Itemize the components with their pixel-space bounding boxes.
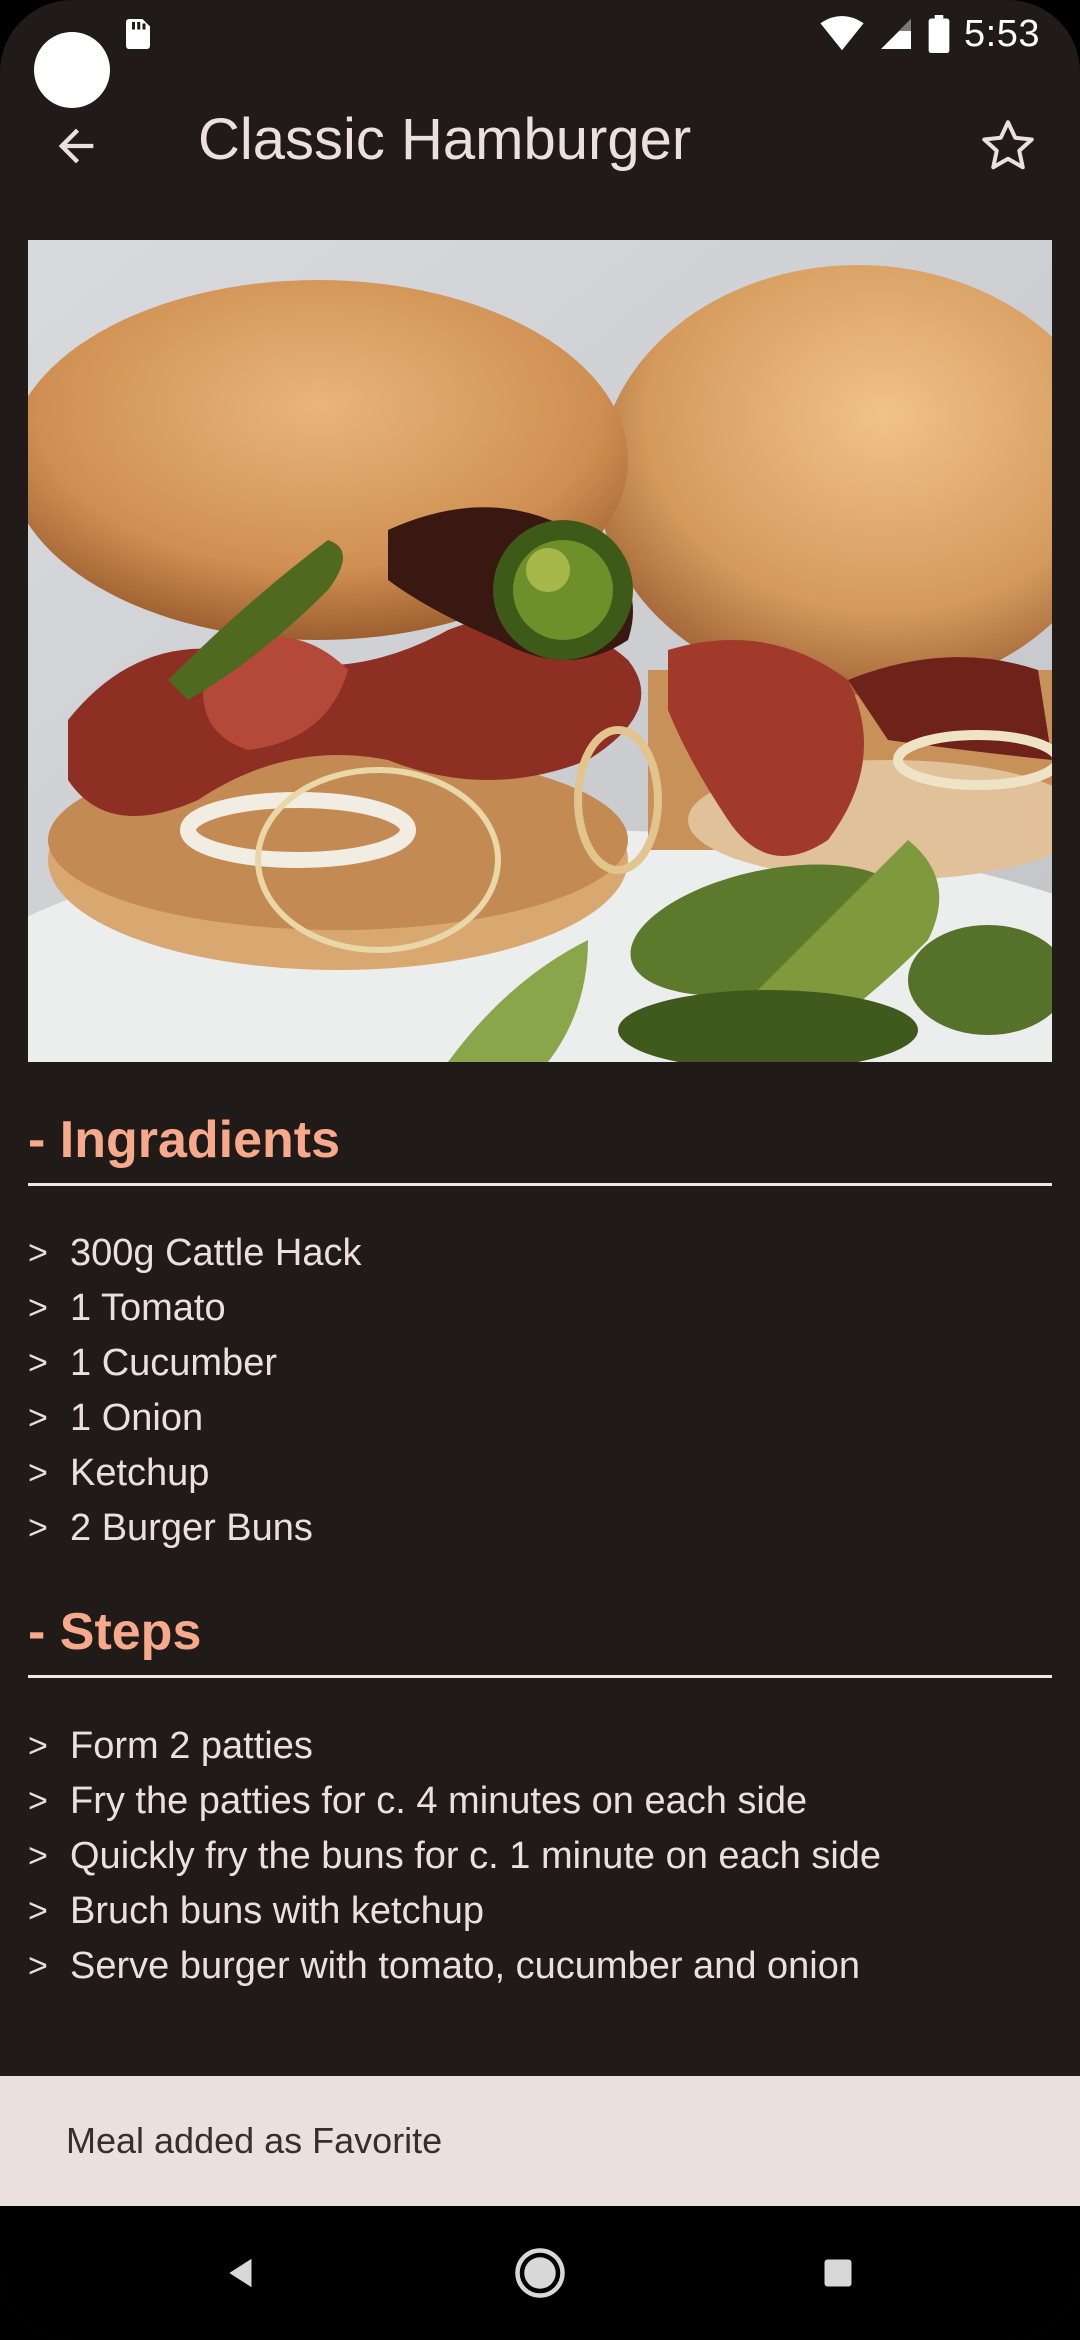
ingredients-list: >300g Cattle Hack >1 Tomato >1 Cucumber … [28,1226,362,1556]
status-icons: 5:53 [820,10,1040,58]
bullet: > [28,1289,48,1327]
star-outline-icon [982,120,1034,170]
bullet: > [28,1454,48,1492]
ingredient-text: 1 Cucumber [70,1342,277,1384]
status-bar: 5:53 [0,0,1080,108]
nav-back-button[interactable] [182,2206,302,2340]
bullet: > [28,1509,48,1547]
list-item: >2 Burger Buns [28,1501,362,1556]
bullet: > [28,1344,48,1382]
snackbar-message: Meal added as Favorite [66,2120,443,2161]
steps-list: > Form 2 patties > Fry the patties for c. … [28,1719,881,1994]
home-circle-icon [515,2248,565,2298]
steps-heading: - Steps [28,1603,202,1661]
ingredient-text: 1 Tomato [70,1287,226,1329]
back-triangle-icon [229,2258,252,2288]
step-text: Form 2 patties [70,1725,313,1767]
page-title: Classic Hamburger [198,107,692,172]
nav-home-button[interactable] [480,2206,600,2340]
list-item: >1 Cucumber [28,1336,362,1391]
list-item: >300g Cattle Hack [28,1226,362,1281]
arrow-back-icon [58,128,94,164]
bullet: > [28,1947,48,1985]
hamburger-photo [28,240,1052,1062]
favorite-button[interactable] [970,108,1046,184]
step-text: Bruch buns with ketchup [70,1890,485,1932]
sd-card-icon [126,19,150,49]
meal-detail-screen: 5:53 Classic Hamburger - Ingradients > 3… [0,0,1080,2340]
nav-recents-button[interactable] [778,2206,898,2340]
list-item: >1 Tomato [28,1281,362,1336]
bullet: > [28,1234,48,1272]
ingredient-text: 300g Cattle Hack [70,1232,362,1274]
ingredients-heading: - Ingradients [28,1111,341,1169]
bullet: > [28,1399,48,1437]
app-bar: Classic Hamburger [0,82,1080,202]
wifi-icon [820,16,864,51]
list-item: > Fry the patties for c. 4 minutes on eac… [28,1774,881,1829]
meal-image [28,240,1052,1062]
list-item: > Serve burger with tomato, cucumber and … [28,1939,881,1994]
battery-icon [928,15,950,53]
list-item: > Quickly fry the buns for c. 1 minute on… [28,1829,881,1884]
snackbar: Meal added as Favorite [0,2076,1080,2206]
steps-divider [28,1675,1052,1678]
bullet: > [28,1837,48,1875]
ingredients-divider [28,1183,1052,1186]
cell-signal-icon [881,19,912,49]
ingredient-text: Ketchup [70,1452,210,1494]
back-button[interactable] [40,110,112,182]
step-text: Serve burger with tomato, cucumber and o… [70,1945,860,1987]
ingredient-text: 1 Onion [70,1397,204,1439]
ingredient-text: 2 Burger Buns [70,1507,313,1549]
system-nav-bar [0,2206,1080,2340]
step-text: Fry the patties for c. 4 minutes on each… [70,1780,808,1822]
step-text: Quickly fry the buns for c. 1 minute on … [70,1835,882,1877]
bullet: > [28,1892,48,1930]
clock: 5:53 [964,12,1040,55]
bullet: > [28,1727,48,1765]
list-item: >1 Onion [28,1391,362,1446]
list-item: > Ketchup [28,1446,362,1501]
bullet: > [28,1782,48,1820]
recents-square-icon [824,2259,852,2287]
list-item: > Bruch buns with ketchup [28,1884,881,1939]
list-item: > Form 2 patties [28,1719,881,1774]
